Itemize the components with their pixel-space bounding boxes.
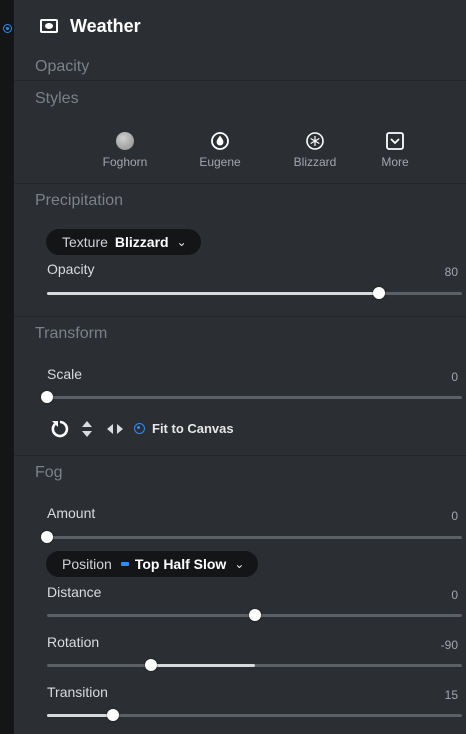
flip-vertical-icon[interactable] bbox=[81, 420, 93, 438]
gray-sphere-icon bbox=[116, 132, 134, 150]
rotation-label: Rotation bbox=[47, 634, 100, 650]
section-fog[interactable]: Fog bbox=[35, 464, 63, 482]
opacity-slider[interactable] bbox=[47, 287, 462, 299]
scale-value: 0 bbox=[451, 370, 458, 384]
slider-thumb[interactable] bbox=[248, 609, 261, 621]
transition-slider[interactable] bbox=[47, 709, 462, 721]
slider-thumb[interactable] bbox=[107, 709, 120, 721]
slider-thumb[interactable] bbox=[41, 531, 53, 543]
style-label: Foghorn bbox=[102, 155, 148, 169]
texture-dropdown[interactable]: Texture Blizzard ⌄ bbox=[46, 229, 201, 255]
weather-panel: Weather Opacity Styles Foghorn Eugene Bl… bbox=[14, 0, 466, 734]
left-gutter bbox=[0, 0, 14, 734]
amount-label: Amount bbox=[47, 505, 96, 521]
chevron-down-icon: ⌄ bbox=[234, 557, 245, 571]
position-value: Top Half Slow bbox=[134, 556, 227, 572]
position-key: Position bbox=[62, 556, 112, 572]
amount-value: 0 bbox=[451, 509, 458, 523]
rotate-icon[interactable] bbox=[49, 418, 71, 440]
panel-title: Weather bbox=[70, 16, 141, 36]
slider-thumb[interactable] bbox=[373, 287, 385, 299]
style-label: Blizzard bbox=[293, 155, 337, 169]
style-label: More bbox=[381, 155, 409, 169]
divider bbox=[14, 80, 466, 81]
slider-thumb[interactable] bbox=[41, 391, 53, 403]
flip-horizontal-icon[interactable] bbox=[106, 422, 124, 436]
transition-value: 15 bbox=[444, 688, 458, 702]
position-dropdown[interactable]: Position Top Half Slow ⌄ bbox=[46, 551, 259, 577]
texture-value: Blizzard bbox=[114, 234, 169, 250]
position-indicator-icon bbox=[120, 562, 129, 566]
opacity-label: Opacity bbox=[47, 261, 95, 277]
style-more[interactable]: More bbox=[360, 131, 430, 169]
fit-to-canvas-label[interactable]: Fit to Canvas bbox=[152, 421, 234, 436]
section-opacity[interactable]: Opacity bbox=[35, 58, 89, 76]
transition-label: Transition bbox=[47, 684, 108, 700]
style-blizzard[interactable]: Blizzard bbox=[280, 131, 350, 169]
opacity-value: 80 bbox=[444, 265, 458, 279]
layer-enabled-radio[interactable] bbox=[3, 24, 12, 33]
drop-icon bbox=[211, 132, 229, 150]
distance-value: 0 bbox=[451, 588, 458, 602]
panel-header[interactable]: Weather bbox=[14, 0, 466, 50]
divider bbox=[14, 183, 466, 184]
distance-slider[interactable] bbox=[47, 609, 462, 621]
texture-key: Texture bbox=[62, 234, 108, 250]
scale-slider[interactable] bbox=[41, 391, 462, 403]
chevron-down-icon: ⌄ bbox=[176, 235, 187, 249]
rotation-value: -90 bbox=[440, 638, 458, 652]
chevron-box-icon bbox=[386, 132, 404, 150]
style-foghorn[interactable]: Foghorn bbox=[90, 131, 160, 169]
divider bbox=[14, 455, 466, 456]
distance-label: Distance bbox=[47, 584, 102, 600]
section-transform[interactable]: Transform bbox=[35, 325, 107, 343]
style-label: Eugene bbox=[199, 155, 241, 169]
rotation-slider[interactable] bbox=[47, 659, 462, 671]
divider bbox=[14, 316, 466, 317]
style-eugene[interactable]: Eugene bbox=[185, 131, 255, 169]
scale-label: Scale bbox=[47, 366, 83, 382]
section-precipitation[interactable]: Precipitation bbox=[35, 192, 123, 210]
mask-icon[interactable] bbox=[40, 19, 58, 33]
slider-thumb[interactable] bbox=[144, 659, 157, 671]
amount-slider[interactable] bbox=[41, 531, 462, 543]
section-styles[interactable]: Styles bbox=[35, 90, 79, 108]
fit-to-canvas-radio[interactable] bbox=[134, 423, 145, 434]
snowflake-icon bbox=[306, 132, 324, 150]
